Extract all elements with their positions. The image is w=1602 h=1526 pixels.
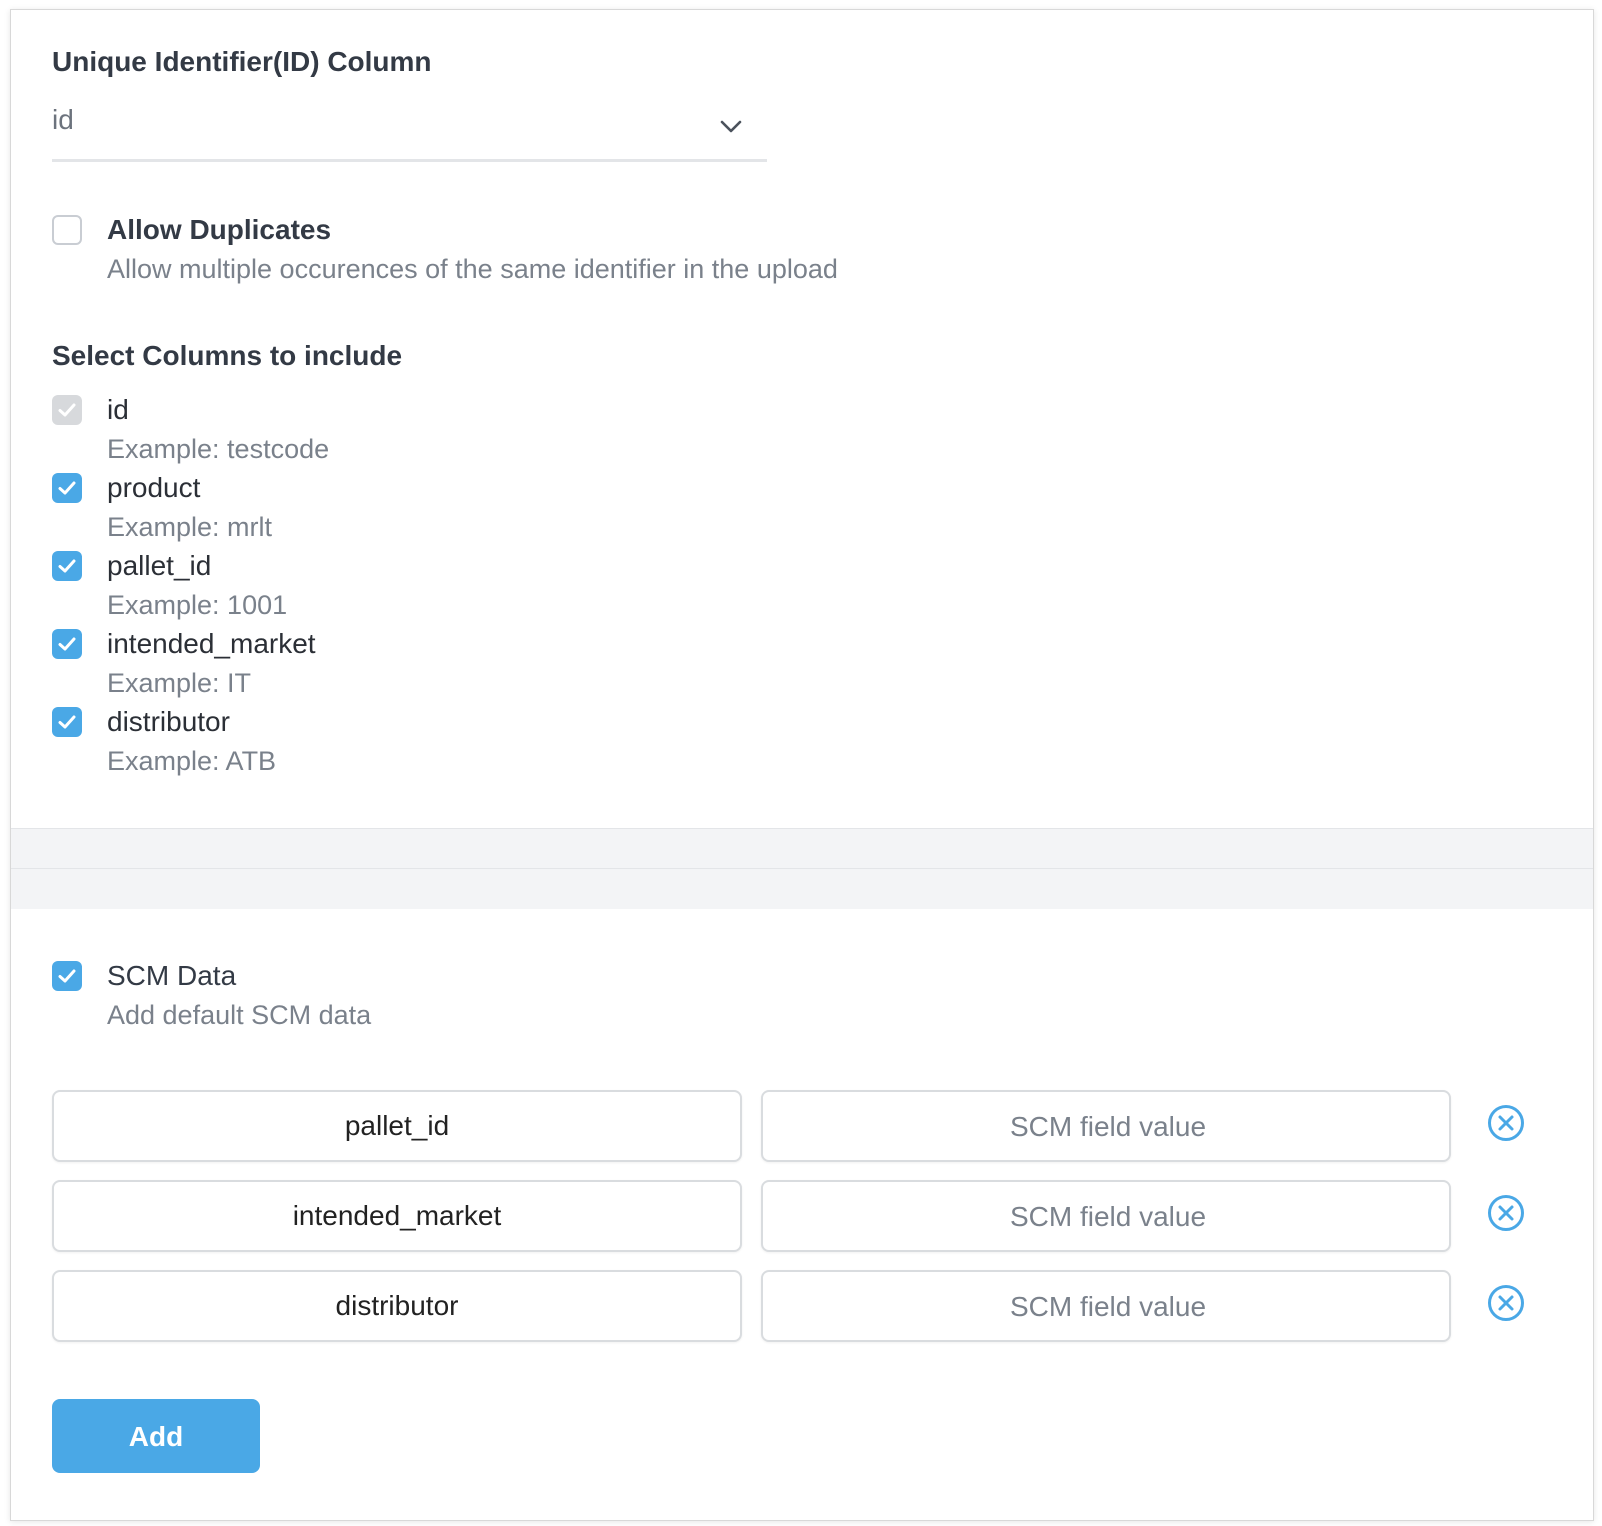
scm-field-name-pallet-id[interactable]: pallet_id <box>52 1090 742 1162</box>
settings-panel: Unique Identifier(ID) Column id Allow Du… <box>10 9 1594 1521</box>
column-checkbox-pallet-id[interactable] <box>52 551 82 581</box>
column-name-product: product <box>107 472 201 503</box>
column-checkbox-distributor[interactable] <box>52 707 82 737</box>
column-example-id: Example: testcode <box>107 434 330 464</box>
scm-field-name-distributor[interactable]: distributor <box>52 1270 742 1342</box>
scm-field-value-intended-market[interactable] <box>761 1180 1453 1252</box>
column-name-distributor: distributor <box>107 706 230 737</box>
scm-field-name-intended-market[interactable]: intended_market <box>52 1180 742 1252</box>
select-underline <box>52 159 767 162</box>
close-circle-icon[interactable] <box>1487 1284 1525 1322</box>
scm-data-checkbox[interactable] <box>52 961 82 991</box>
allow-duplicates-description: Allow multiple occurences of the same id… <box>107 254 838 284</box>
scm-value-input[interactable] <box>763 1092 1453 1162</box>
scm-value-input[interactable] <box>763 1272 1453 1342</box>
column-checkbox-product[interactable] <box>52 473 82 503</box>
column-checkbox-intended-market[interactable] <box>52 629 82 659</box>
scm-field-value-distributor[interactable] <box>761 1270 1453 1342</box>
column-example-intended-market: Example: IT <box>107 668 252 698</box>
column-name-intended-market: intended_market <box>107 628 316 659</box>
allow-duplicates-checkbox[interactable] <box>52 215 82 245</box>
scm-data-title: SCM Data <box>107 960 237 991</box>
chevron-down-icon <box>720 120 742 133</box>
section-separator <box>11 829 1593 909</box>
id-column-select[interactable]: id <box>52 98 767 164</box>
column-checkbox-id <box>52 395 82 425</box>
allow-duplicates-title: Allow Duplicates <box>107 214 332 245</box>
scm-value-input[interactable] <box>763 1182 1453 1252</box>
columns-heading: Select Columns to include <box>52 340 403 371</box>
scm-data-description: Add default SCM data <box>107 1000 372 1030</box>
section-divider-middle <box>11 868 1593 869</box>
id-column-label: Unique Identifier(ID) Column <box>52 46 432 77</box>
add-button[interactable]: Add <box>52 1399 260 1473</box>
column-example-product: Example: mrlt <box>107 512 273 542</box>
column-example-pallet-id: Example: 1001 <box>107 590 288 620</box>
column-name-pallet-id: pallet_id <box>107 550 212 581</box>
close-circle-icon[interactable] <box>1487 1104 1525 1142</box>
column-name-id: id <box>107 394 129 425</box>
id-column-value: id <box>52 104 74 135</box>
close-circle-icon[interactable] <box>1487 1194 1525 1232</box>
column-example-distributor: Example: ATB <box>107 746 277 776</box>
scm-field-value-pallet-id[interactable] <box>761 1090 1453 1162</box>
